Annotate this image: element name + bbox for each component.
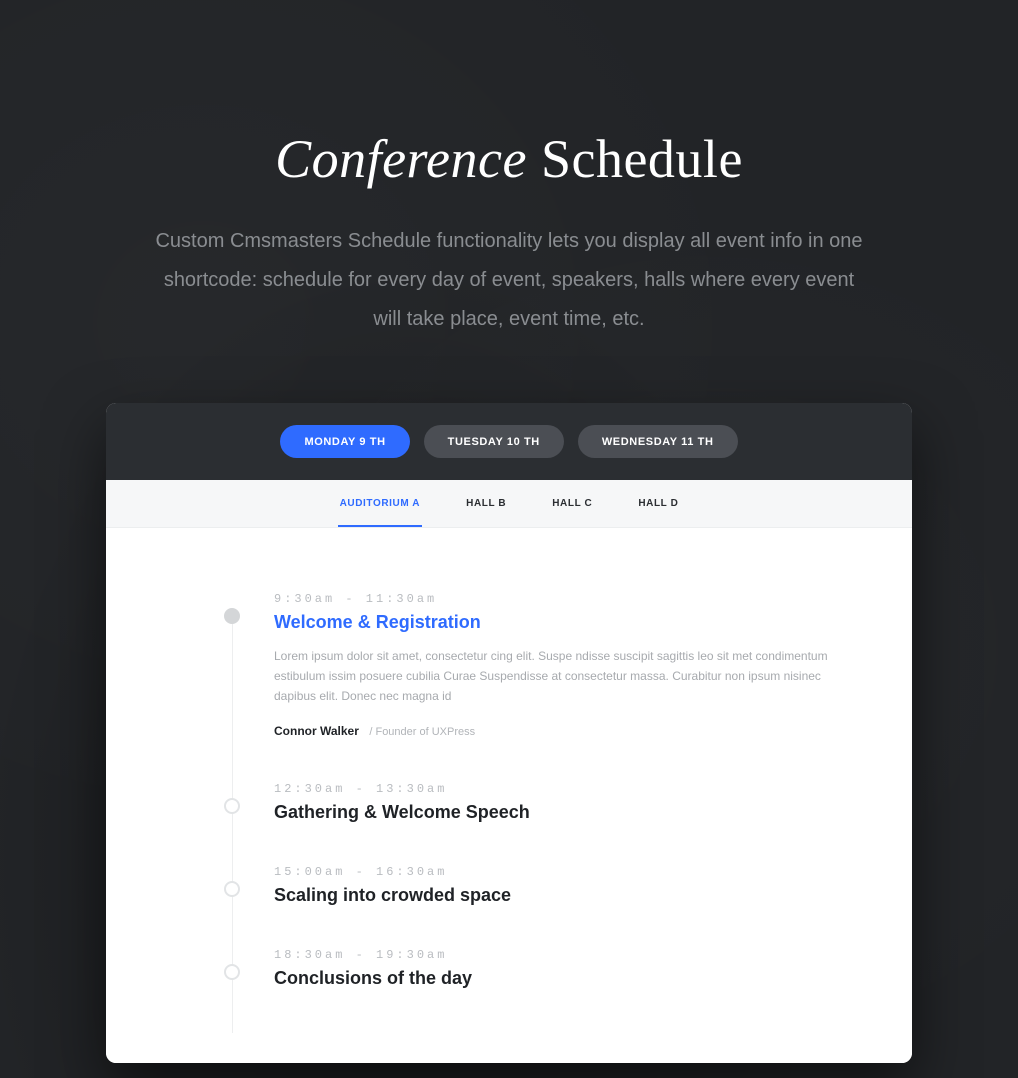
day-tab-wednesday[interactable]: WEDNESDAY 11 TH — [578, 425, 738, 458]
day-tab-tuesday[interactable]: TUESDAY 10 TH — [424, 425, 564, 458]
timeline-dot-icon — [224, 608, 240, 624]
timeline-dot-icon — [224, 964, 240, 980]
session-item[interactable]: 18:30am - 19:30am Conclusions of the day — [196, 948, 842, 989]
session-item[interactable]: 9:30am - 11:30am Welcome & Registration … — [196, 592, 842, 740]
day-tabs: MONDAY 9 TH TUESDAY 10 TH WEDNESDAY 11 T… — [106, 403, 912, 480]
sessions-list: 9:30am - 11:30am Welcome & Registration … — [106, 528, 912, 1063]
session-speaker: Connor Walker — [274, 724, 359, 738]
session-speaker-role: / Founder of UXPress — [369, 726, 475, 738]
schedule-card: MONDAY 9 TH TUESDAY 10 TH WEDNESDAY 11 T… — [106, 403, 912, 1063]
page-header: Conference Schedule Custom Cmsmasters Sc… — [0, 0, 1018, 339]
timeline-dot-icon — [224, 881, 240, 897]
session-title[interactable]: Scaling into crowded space — [274, 885, 842, 906]
page-title-rest: Schedule — [527, 129, 743, 189]
session-speaker-row: Connor Walker / Founder of UXPress — [274, 722, 842, 740]
hall-tab-hall-d[interactable]: HALL D — [636, 480, 680, 527]
session-time: 15:00am - 16:30am — [274, 865, 842, 879]
session-time: 9:30am - 11:30am — [274, 592, 842, 606]
hall-tabs: AUDITORIUM A HALL B HALL C HALL D — [106, 480, 912, 528]
session-time: 18:30am - 19:30am — [274, 948, 842, 962]
hall-tab-hall-c[interactable]: HALL C — [550, 480, 594, 527]
session-title[interactable]: Gathering & Welcome Speech — [274, 802, 842, 823]
session-item[interactable]: 15:00am - 16:30am Scaling into crowded s… — [196, 865, 842, 906]
hall-tab-hall-b[interactable]: HALL B — [464, 480, 508, 527]
session-item[interactable]: 12:30am - 13:30am Gathering & Welcome Sp… — [196, 782, 842, 823]
hall-tab-auditorium-a[interactable]: AUDITORIUM A — [338, 480, 423, 527]
session-description: Lorem ipsum dolor sit amet, consectetur … — [274, 647, 834, 706]
page-title-italic: Conference — [275, 129, 527, 189]
day-tab-monday[interactable]: MONDAY 9 TH — [280, 425, 409, 458]
timeline-dot-icon — [224, 798, 240, 814]
session-title[interactable]: Welcome & Registration — [274, 612, 842, 633]
session-title[interactable]: Conclusions of the day — [274, 968, 842, 989]
page-description: Custom Cmsmasters Schedule functionality… — [149, 222, 869, 339]
page-title: Conference Schedule — [0, 128, 1018, 190]
session-time: 12:30am - 13:30am — [274, 782, 842, 796]
